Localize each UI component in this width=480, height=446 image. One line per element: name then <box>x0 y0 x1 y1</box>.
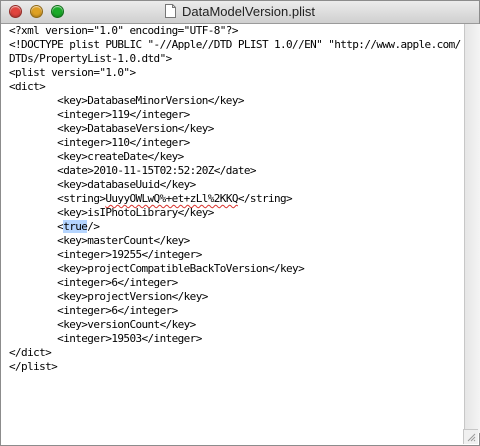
vertical-scrollbar[interactable] <box>464 24 480 433</box>
misspelled-word: UuyyOWLwQ%+et+zLl%2KKQ <box>105 192 238 205</box>
text-line: <key>createDate</key> <box>9 150 184 163</box>
text-line: <key>masterCount</key> <box>9 234 190 247</box>
text-editor[interactable]: <?xml version="1.0" encoding="UTF-8"?> <!… <box>1 24 463 446</box>
text-line: <true/> <box>9 220 100 233</box>
text-line: <integer>19255</integer> <box>9 248 202 261</box>
text-line: <integer>110</integer> <box>9 136 190 149</box>
text-line: <key>databaseUuid</key> <box>9 178 196 191</box>
text-line: </plist> <box>9 360 58 373</box>
window-title: DataModelVersion.plist <box>1 4 479 19</box>
text-line: <integer>19503</integer> <box>9 332 202 345</box>
document-text[interactable]: <?xml version="1.0" encoding="UTF-8"?> <!… <box>9 24 461 374</box>
text-selection: true <box>63 220 88 233</box>
editor-window: DataModelVersion.plist <?xml version="1.… <box>0 0 480 446</box>
text-line: <key>projectCompatibleBackToVersion</key… <box>9 262 305 275</box>
resize-handle[interactable] <box>463 429 478 444</box>
title-bar[interactable]: DataModelVersion.plist <box>1 1 479 24</box>
window-title-text: DataModelVersion.plist <box>182 4 315 19</box>
text-line: <plist version="1.0"> <box>9 66 136 79</box>
text-line: <integer>6</integer> <box>9 276 178 289</box>
text-line: <integer>6</integer> <box>9 304 178 317</box>
text-line: <key>DatabaseMinorVersion</key> <box>9 94 244 107</box>
text-line: </dict> <box>9 346 52 359</box>
resize-grip-icon <box>467 433 476 442</box>
text-line: <date>2010-11-15T02:52:20Z</date> <box>9 164 256 177</box>
text-line: DTDs/PropertyList-1.0.dtd"> <box>9 52 172 65</box>
text-line: <key>isIPhotoLibrary</key> <box>9 206 214 219</box>
text-line: <key>projectVersion</key> <box>9 290 208 303</box>
text-line: <key>DatabaseVersion</key> <box>9 122 214 135</box>
text-line: <key>versionCount</key> <box>9 318 196 331</box>
document-icon <box>165 4 177 18</box>
text-line: <dict> <box>9 80 46 93</box>
text-line: <!DOCTYPE plist PUBLIC "-//Apple//DTD PL… <box>9 38 461 51</box>
text-line: <string>UuyyOWLwQ%+et+zLl%2KKQ</string> <box>9 192 293 205</box>
text-line: <integer>119</integer> <box>9 108 190 121</box>
text-line: <?xml version="1.0" encoding="UTF-8"?> <box>9 24 238 37</box>
